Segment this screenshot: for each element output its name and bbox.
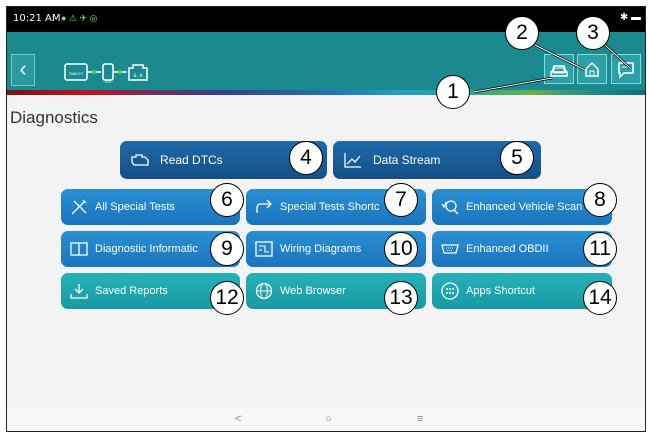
status-bar: 10:21 AM ● ⚠ ✈ ◎ ✱ ▬ xyxy=(7,7,645,32)
redo-arrow-icon xyxy=(256,199,272,213)
tile-label: Special Tests Shortc xyxy=(280,201,380,213)
tile-label: All Special Tests xyxy=(95,201,175,213)
callout-1: 1 xyxy=(436,75,470,109)
callout-4: 4 xyxy=(289,141,323,175)
tools-icon xyxy=(71,199,87,215)
apps-grid-icon xyxy=(441,282,459,300)
vci-connection-indicator: TABLET VCI 0.0 xyxy=(64,63,148,84)
callout-14: 14 xyxy=(583,281,617,315)
callout-2: 2 xyxy=(505,16,539,50)
tablet-screen: 10:21 AM ● ⚠ ✈ ◎ ✱ ▬ ‹ TABLET VCI 0.0 Di… xyxy=(6,6,646,432)
home-circle-icon[interactable]: ○ xyxy=(325,413,332,425)
callout-7: 7 xyxy=(384,183,418,217)
home-button[interactable] xyxy=(577,54,607,84)
line-chart-icon xyxy=(344,153,361,168)
home-icon xyxy=(585,61,599,77)
status-icons: ● ⚠ ✈ ◎ xyxy=(61,13,98,23)
status-time: 10:21 AM xyxy=(13,13,61,24)
obd-connector-icon xyxy=(441,244,459,254)
menu-icon[interactable]: ≡ xyxy=(417,413,423,425)
tile-label: Web Browser xyxy=(280,285,346,297)
tile-label: Apps Shortcut xyxy=(466,285,536,297)
wiring-diagram-icon xyxy=(255,241,273,257)
back-icon[interactable]: < xyxy=(235,413,241,425)
callout-11: 11 xyxy=(583,232,617,266)
chevron-left-icon: ‹ xyxy=(19,56,27,81)
battery-icon: ✱ ▬ xyxy=(619,12,641,23)
feedback-button[interactable] xyxy=(611,54,641,84)
callout-5: 5 xyxy=(500,141,534,175)
callout-13: 13 xyxy=(384,281,418,315)
callout-10: 10 xyxy=(384,232,418,266)
callout-3: 3 xyxy=(576,16,610,50)
callout-9: 9 xyxy=(210,232,244,266)
app-bar: ‹ TABLET VCI 0.0 xyxy=(7,32,645,95)
tile-label: Diagnostic Informatic xyxy=(95,243,198,255)
vci-label: VCI xyxy=(105,79,112,84)
tile-label: Data Stream xyxy=(373,153,441,167)
callout-6: 6 xyxy=(210,183,244,217)
vehicle-icon xyxy=(550,65,568,77)
book-icon xyxy=(70,242,88,256)
vehicle-button[interactable] xyxy=(544,54,574,84)
tile-label: Enhanced OBDII xyxy=(466,243,549,255)
android-nav-bar: < ○ ≡ xyxy=(7,407,645,431)
callout-8: 8 xyxy=(583,183,617,217)
callout-12: 12 xyxy=(210,281,244,315)
tile-label: Read DTCs xyxy=(160,153,223,167)
tile-label: Wiring Diagrams xyxy=(280,243,362,255)
back-button[interactable]: ‹ xyxy=(11,54,35,86)
globe-icon xyxy=(255,282,273,300)
download-tray-icon xyxy=(70,284,88,299)
tablet-label: TABLET xyxy=(69,71,84,76)
feedback-icon xyxy=(618,62,634,79)
tile-label: Saved Reports xyxy=(95,285,168,297)
engine-icon xyxy=(131,154,149,166)
tile-label: Enhanced Vehicle Scan xyxy=(466,201,583,213)
page-title: Diagnostics xyxy=(10,108,98,127)
vehicle-scan-icon xyxy=(441,200,459,215)
brand-color-bar xyxy=(7,90,645,95)
svg-text:0.0: 0.0 xyxy=(133,73,142,79)
